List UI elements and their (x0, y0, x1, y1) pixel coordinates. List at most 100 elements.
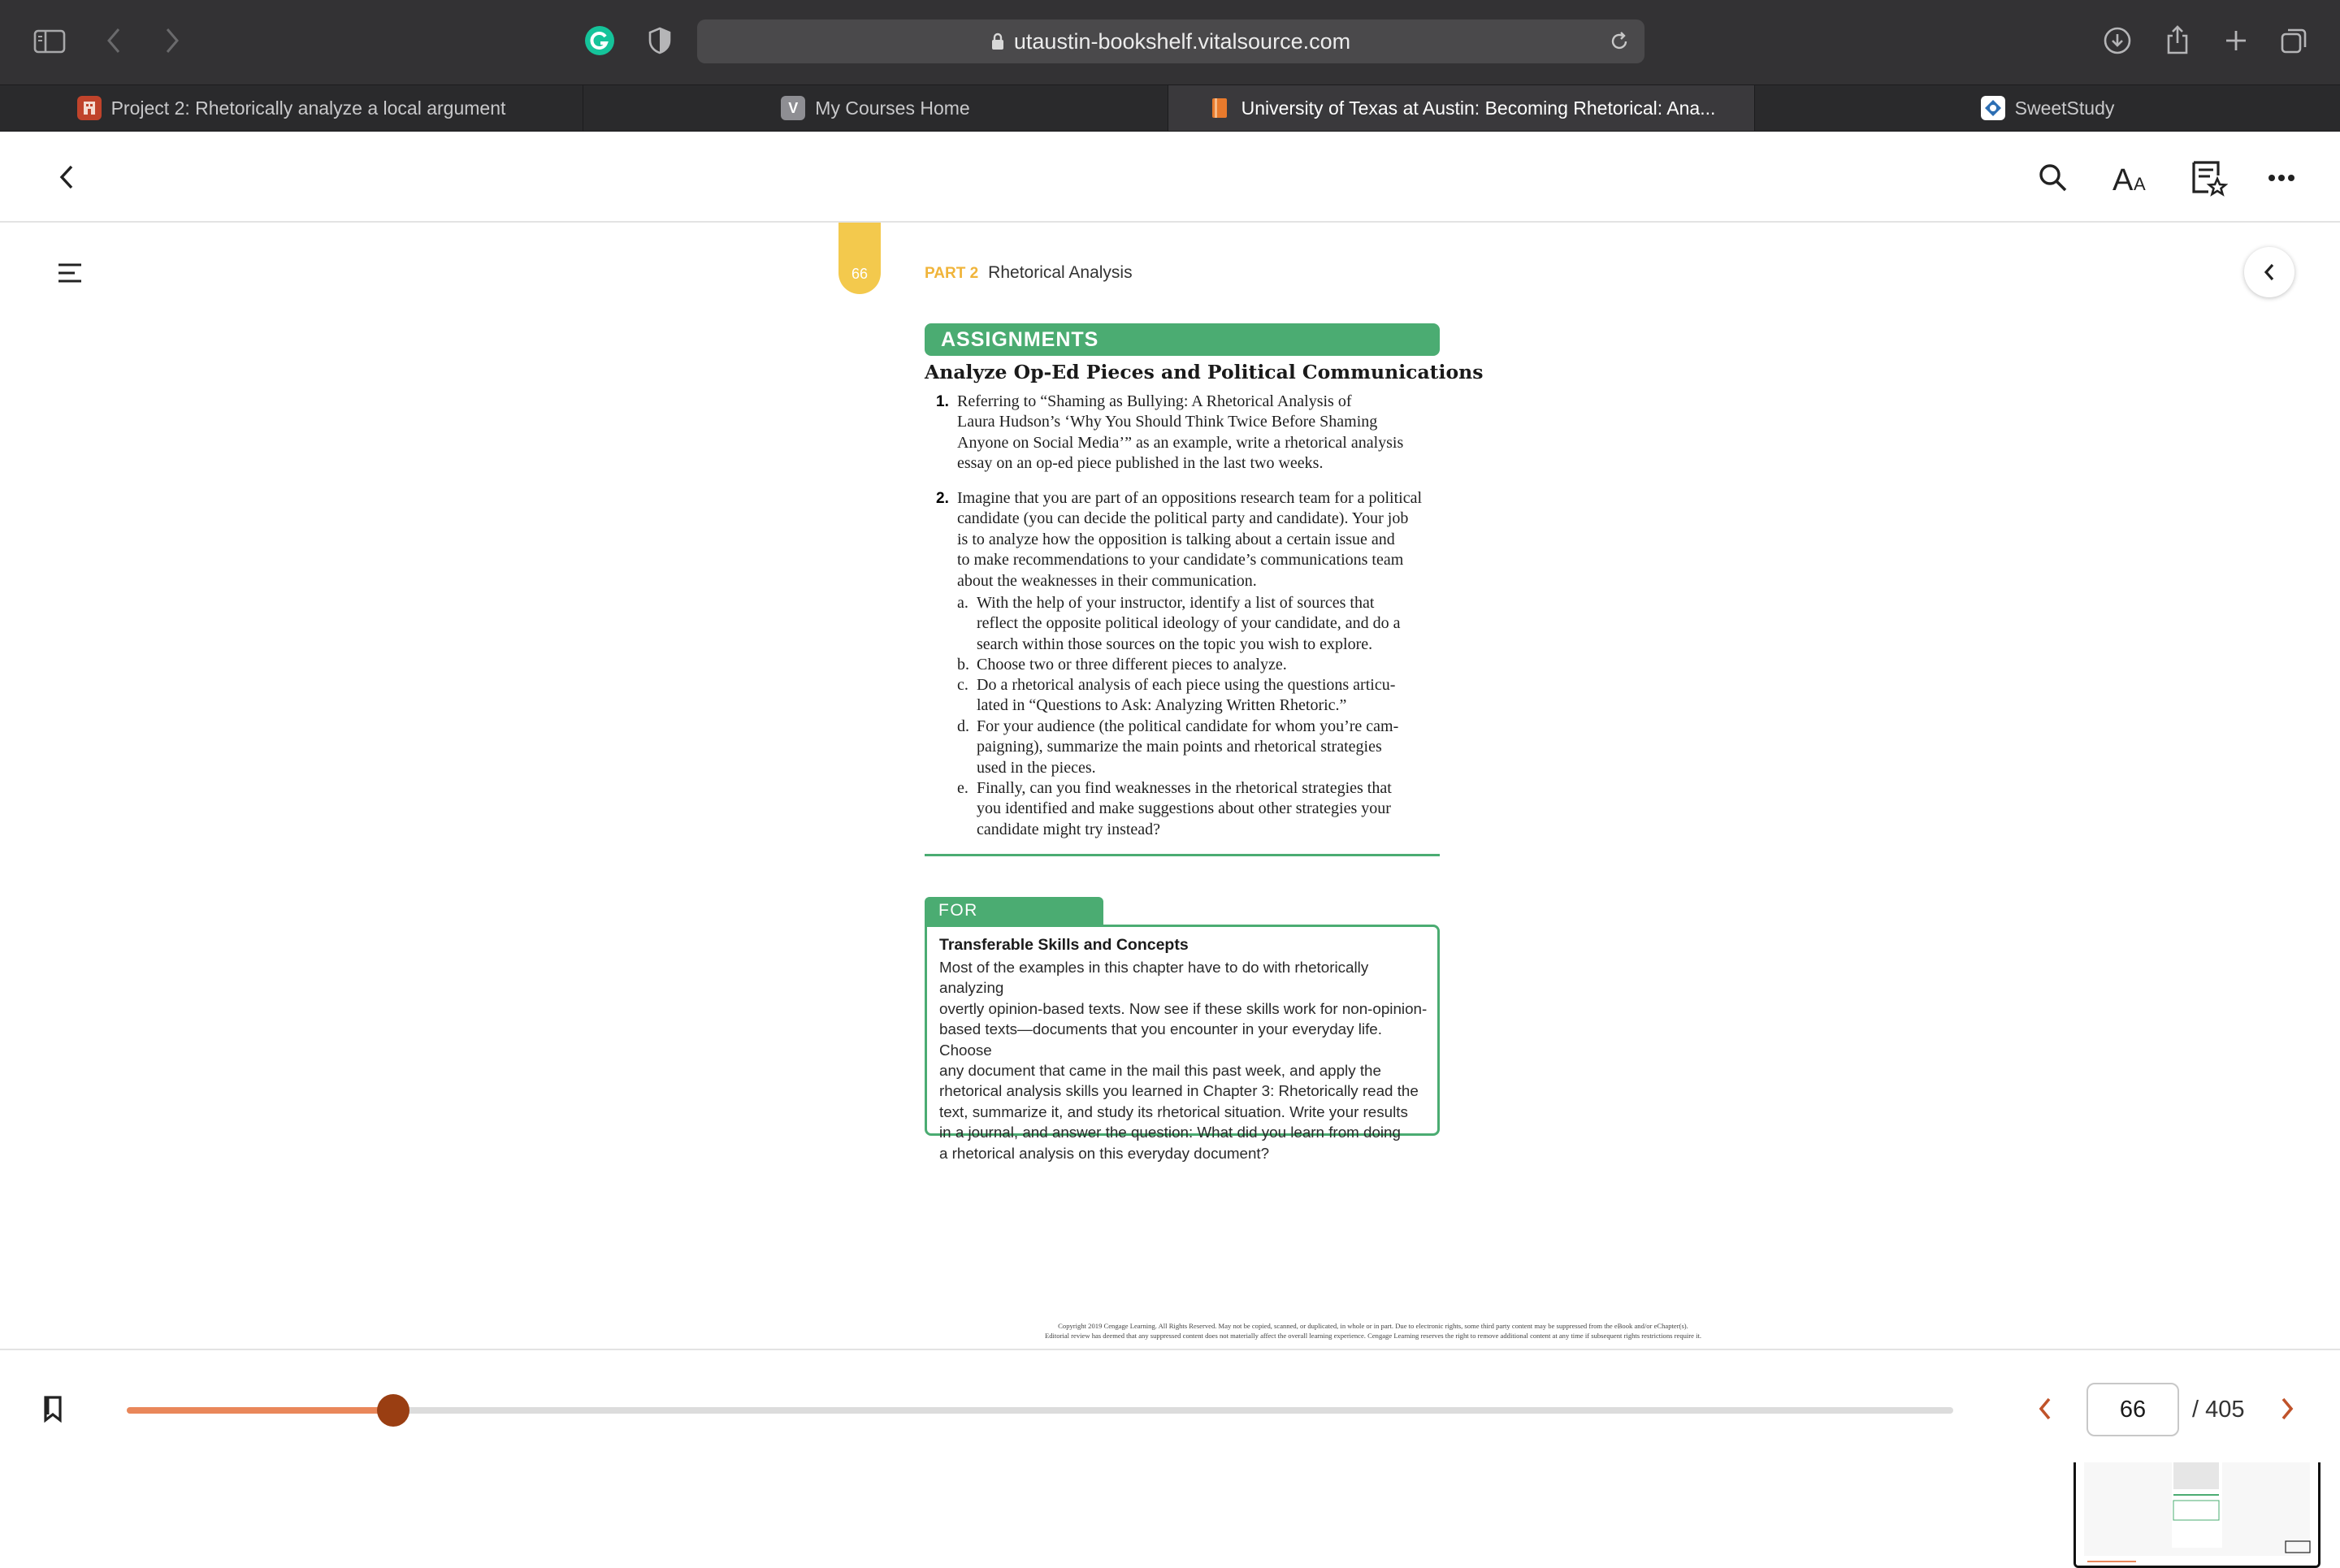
text-line: For your audience (the political candida… (977, 717, 1399, 735)
text-line: Most of the examples in this chapter hav… (939, 959, 1369, 997)
back-arrow-icon[interactable] (101, 24, 127, 57)
subitem-letter: e. (957, 779, 968, 797)
text-line: candidate might try instead? (977, 820, 1161, 838)
text-line: a rhetorical analysis on this everyday d… (939, 1144, 1270, 1162)
tab-label: SweetStudy (2014, 97, 2115, 119)
copyright-line: Copyright 2019 Cengage Learning. All Rig… (1058, 1322, 1688, 1330)
tab-label: University of Texas at Austin: Becoming … (1241, 97, 1716, 119)
collapse-panel-button[interactable] (2244, 247, 2294, 297)
tab-favicon-icon (1980, 96, 2005, 120)
tab-overview-icon[interactable] (2278, 24, 2311, 57)
text-line: text, summarize it, and study its rhetor… (939, 1102, 1408, 1120)
forward-arrow-icon[interactable] (159, 24, 185, 57)
shield-icon[interactable] (644, 24, 676, 57)
reflection-text: Most of the examples in this chapter hav… (939, 957, 1430, 1163)
tab-favicon-icon: V (781, 96, 806, 120)
text-line: reflect the opposite political ideology … (977, 614, 1401, 633)
text-line: is to analyze how the opposition is talk… (957, 530, 1395, 548)
subitem-d-text: For your audience (the political candida… (977, 717, 1448, 778)
reload-icon[interactable] (1607, 29, 1632, 54)
tab-project-2[interactable]: Project 2: Rhetorically analyze a local … (0, 85, 583, 131)
reflection-label: FOR REFLECTION (925, 897, 1103, 947)
text-line: essay on an op-ed piece published in the… (957, 454, 1324, 473)
text-line: in a journal, and answer the question: W… (939, 1124, 1401, 1141)
subitem-b-text: Choose two or three different pieces to … (977, 655, 1448, 675)
text-line: Imagine that you are part of an oppositi… (957, 489, 1423, 507)
search-icon[interactable] (2034, 159, 2072, 197)
copyright-line: Editorial review has deemed that any sup… (1044, 1332, 1702, 1340)
total-pages-label: / 405 (2192, 1397, 2245, 1423)
address-bar[interactable]: utaustin-bookshelf.vitalsource.com (697, 19, 1644, 63)
reflection-heading: Transferable Skills and Concepts (939, 936, 1189, 954)
tab-becoming-rhetorical[interactable]: University of Texas at Austin: Becoming … (1168, 85, 1755, 131)
tab-favicon-icon (1207, 96, 1232, 120)
tab-bar: Project 2: Rhetorically analyze a local … (0, 84, 2340, 132)
assignments-heading: ASSIGNMENTS (925, 323, 1440, 356)
bookmark-icon[interactable] (39, 1391, 67, 1427)
subitem-a-text: With the help of your instructor, identi… (977, 593, 1448, 655)
share-icon[interactable] (2161, 23, 2194, 57)
downloads-icon[interactable] (2101, 24, 2134, 57)
page-progress-slider[interactable] (127, 1394, 1953, 1427)
lock-icon (991, 21, 1004, 65)
subitem-e-text: Finally, can you find weaknesses in the … (977, 778, 1448, 840)
subitem-c-text: Do a rhetorical analysis of each piece u… (977, 675, 1448, 717)
text-line: Referring to “Shaming as Bullying: A Rhe… (957, 392, 1352, 410)
previous-page-icon[interactable] (2033, 1393, 2057, 1425)
text-line: paigning), summarize the main points and… (977, 738, 1382, 756)
text-line: search within those sources on the topic… (977, 635, 1373, 653)
page-area: 66 PART 2 Rhetorical Analysis ASSIGNMENTS… (138, 223, 2202, 1349)
text-line: overtly opinion-based texts. Now see if … (939, 999, 1428, 1017)
table-of-contents-icon[interactable] (54, 257, 86, 289)
reader-header: AA (0, 132, 2340, 223)
book-page: 66 PART 2 Rhetorical Analysis ASSIGNMENTS… (138, 223, 2202, 1349)
next-page-icon[interactable] (2275, 1393, 2299, 1425)
tab-my-courses-home[interactable]: V My Courses Home (583, 85, 1168, 131)
text-line: to make recommendations to your candidat… (957, 551, 1404, 570)
grammarly-extension-icon[interactable] (583, 24, 616, 57)
copyright-notice: Copyright 2019 Cengage Learning. All Rig… (804, 1321, 1942, 1341)
notes-bookmarks-icon[interactable] (2189, 158, 2230, 198)
text-line: used in the pieces. (977, 758, 1096, 777)
running-head: PART 2 Rhetorical Analysis (925, 263, 1133, 283)
tab-label: My Courses Home (815, 97, 970, 119)
page-number-input[interactable]: 66 (2086, 1383, 2179, 1436)
page-number-tab: 66 (838, 223, 881, 294)
text-line: With the help of your instructor, identi… (977, 594, 1375, 612)
sidebar-toggle-icon[interactable] (32, 26, 67, 57)
text-line: Choose two or three different pieces to … (977, 656, 1287, 674)
text-line: Laura Hudson’s ‘Why You Should Think Twi… (957, 413, 1378, 431)
subitem-letter: a. (957, 594, 968, 612)
text-line: lated in “Questions to Ask: Analyzing Wr… (977, 696, 1347, 715)
url-text: utaustin-bookshelf.vitalsource.com (1013, 29, 1351, 54)
more-options-icon[interactable] (2265, 164, 2298, 192)
slider-fill (127, 1407, 394, 1414)
text-size-icon[interactable]: AA (2111, 159, 2152, 197)
page-navigation-bar: 66 / 405 (0, 1349, 2340, 1462)
browser-toolbar: utaustin-bookshelf.vitalsource.com (0, 0, 2340, 84)
section-divider (925, 854, 1440, 856)
tab-sweetstudy[interactable]: SweetStudy (1755, 85, 2340, 131)
text-line: any document that came in the mail this … (939, 1062, 1381, 1080)
text-line: about the weaknesses in their communicat… (957, 571, 1257, 590)
running-head-title: Rhetorical Analysis (988, 263, 1133, 282)
item-number: 2. (936, 490, 949, 507)
text-line: Do a rhetorical analysis of each piece u… (977, 676, 1396, 694)
tab-label: Project 2: Rhetorically analyze a local … (110, 97, 506, 119)
chevron-left-icon (2264, 263, 2274, 281)
reader-body: 66 PART 2 Rhetorical Analysis ASSIGNMENTS… (0, 223, 2340, 1568)
running-head-part: PART 2 (925, 265, 979, 282)
text-line: you identified and make suggestions abou… (977, 799, 1391, 818)
subitem-letter: b. (957, 656, 969, 674)
text-line: Finally, can you find weaknesses in the … (977, 779, 1392, 797)
new-tab-plus-icon[interactable] (2220, 24, 2252, 57)
reader-back-icon[interactable] (52, 159, 81, 195)
text-line: Anyone on Social Media’” as an example, … (957, 433, 1404, 452)
slider-thumb[interactable] (377, 1394, 410, 1427)
item-1-text: Referring to “Shaming as Bullying: A Rhe… (957, 392, 1445, 474)
item-2-text: Imagine that you are part of an oppositi… (957, 488, 1445, 591)
item-number: 1. (936, 393, 949, 410)
assignments-title: Analyze Op-Ed Pieces and Political Commu… (925, 361, 1484, 383)
text-line: based texts—documents that you encounter… (939, 1020, 1382, 1059)
text-line: rhetorical analysis skills you learned i… (939, 1082, 1419, 1100)
